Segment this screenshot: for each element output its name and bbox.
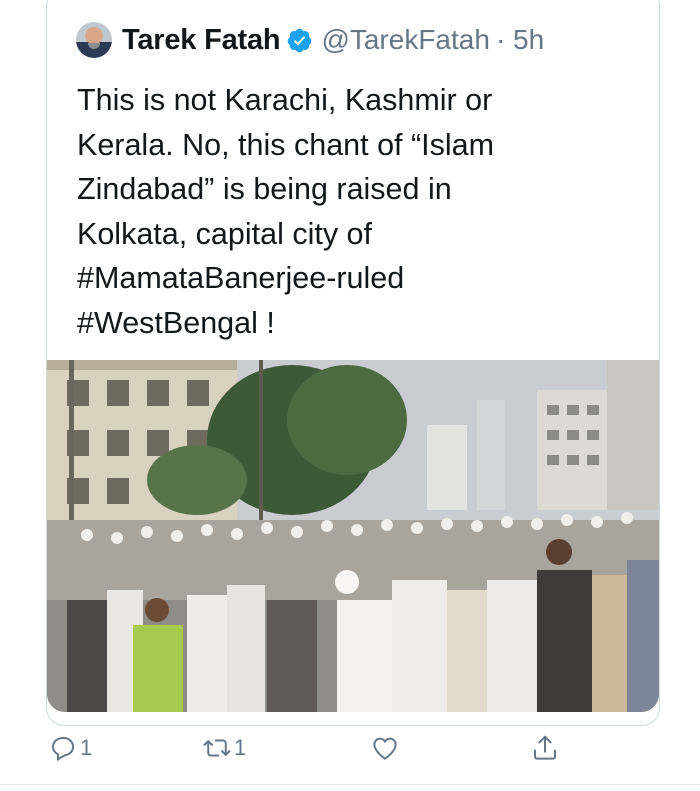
tweet-text-line: Kerala. No, this chant of “Islam bbox=[77, 127, 495, 162]
tweet-video[interactable] bbox=[47, 360, 659, 712]
retweet-icon bbox=[203, 739, 231, 757]
author-avatar[interactable] bbox=[76, 22, 112, 58]
retweet-button[interactable]: 1 bbox=[202, 728, 246, 768]
tweet-text-line: Zindabad” is being raised in bbox=[77, 172, 452, 206]
like-icon bbox=[373, 737, 397, 760]
share-button[interactable] bbox=[530, 728, 560, 768]
tweet-text-line[interactable]: #WestBengal ! bbox=[77, 301, 637, 346]
reply-button[interactable]: 1 bbox=[48, 728, 92, 768]
author-name[interactable]: Tarek Fatah bbox=[122, 24, 281, 57]
verified-badge-icon bbox=[288, 28, 312, 52]
divider bbox=[0, 784, 700, 785]
retweet-count: 1 bbox=[234, 735, 247, 760]
tweet-timestamp[interactable]: · 5h bbox=[496, 24, 544, 56]
share-icon bbox=[534, 735, 556, 760]
author-handle[interactable]: @TarekFatah bbox=[321, 24, 490, 56]
tweet-actions: 1 1 bbox=[0, 728, 700, 768]
reply-icon bbox=[51, 737, 75, 761]
tweet-text-line: This is not Karachi, Kashmir or bbox=[77, 83, 493, 117]
video-frame bbox=[47, 360, 659, 712]
like-button[interactable] bbox=[370, 728, 402, 768]
tweet-header: Tarek Fatah @TarekFatah · 5h bbox=[76, 22, 544, 58]
tweet-text-line: Kolkata, capital city of bbox=[77, 216, 372, 251]
tweet-text-line[interactable]: #MamataBanerjee-ruled bbox=[77, 256, 637, 301]
tweet-text: This is not Karachi, Kashmir or Kerala. … bbox=[77, 78, 637, 345]
reply-count: 1 bbox=[80, 735, 93, 760]
